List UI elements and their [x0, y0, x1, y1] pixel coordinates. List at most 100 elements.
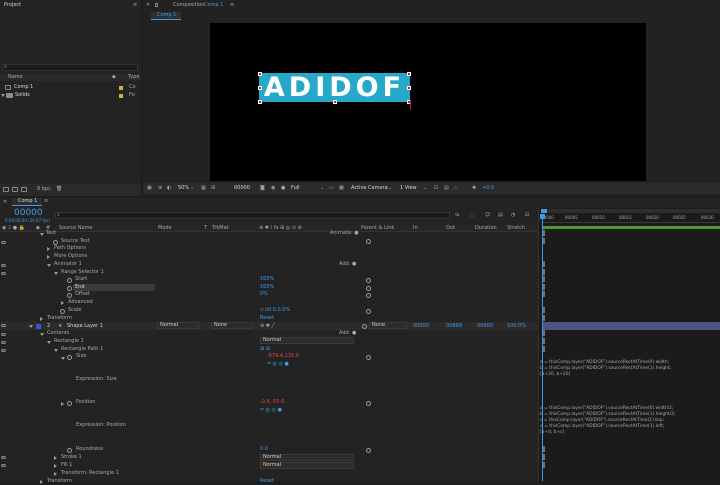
expand-icon[interactable] [47, 255, 50, 259]
expression-editor-size[interactable]: a = thisComp.layer("ADIDOF").sourceRectA… [540, 360, 720, 384]
column-switches[interactable]: ⊕ ✱ \ fx ⊞ ◎ ⊙ ⊛ [259, 225, 302, 232]
project-panel-title[interactable]: Project [4, 2, 21, 9]
camera-dropdown[interactable]: Active Camera [351, 185, 388, 192]
property-value[interactable]: 0.0 [260, 446, 268, 453]
pickwhip-icon[interactable] [366, 239, 371, 244]
property-value[interactable]: 0% [260, 291, 268, 298]
project-search-input[interactable] [2, 64, 138, 71]
keyframe-icon[interactable] [543, 454, 545, 460]
logo-box[interactable]: ADIDOF [259, 73, 410, 102]
zoom-dropdown[interactable]: 50% [178, 185, 189, 192]
label-column-icon[interactable]: ◆ [112, 74, 116, 81]
pickwhip-icon[interactable] [366, 293, 371, 298]
keyframe-icon[interactable] [543, 307, 545, 313]
pickwhip-icon[interactable] [366, 286, 371, 291]
keyframe-icon[interactable] [543, 230, 545, 236]
av-switches-icon[interactable]: ◉ ♪ ● 🔒 [2, 225, 25, 232]
expand-icon[interactable] [61, 357, 65, 360]
bounding-handle[interactable] [258, 100, 262, 104]
stopwatch-icon[interactable] [67, 355, 72, 360]
safe-zones-icon[interactable]: ▦ [201, 185, 206, 192]
3d-view-icon[interactable]: ⊕ [158, 185, 162, 192]
label-column-icon[interactable]: ◆ [36, 225, 40, 232]
shy-layers-icon[interactable]: ☺ [485, 212, 490, 219]
interpret-footage-icon[interactable] [3, 187, 9, 192]
bounding-handle[interactable] [407, 72, 411, 76]
column-name-header[interactable]: Name [8, 74, 23, 81]
stopwatch-icon[interactable] [67, 278, 72, 283]
property-value[interactable]: 100% [260, 284, 274, 291]
transparency-grid-icon[interactable]: ▩ [339, 185, 344, 192]
expression-controls[interactable]: = ⊵ ◎ ● [267, 361, 289, 368]
expand-icon[interactable] [54, 464, 57, 468]
draft-3d-icon[interactable]: ⬚ [470, 212, 475, 219]
reset-link[interactable]: Reset [260, 478, 274, 485]
lock-icon[interactable] [155, 3, 158, 7]
eye-icon[interactable] [1, 272, 6, 275]
stopwatch-icon[interactable] [67, 293, 72, 298]
add-menu[interactable]: Add: ● [339, 261, 356, 268]
column-parent[interactable]: Parent & Link [361, 225, 394, 232]
expand-icon[interactable] [40, 233, 44, 236]
expand-icon[interactable] [54, 456, 57, 460]
expand-icon[interactable] [61, 402, 64, 406]
keyframe-icon[interactable] [543, 261, 545, 267]
pickwhip-icon[interactable] [366, 401, 371, 406]
blend-mode-dropdown[interactable]: Normal [260, 337, 354, 344]
new-composition-icon[interactable] [21, 187, 27, 192]
stretch[interactable]: 100.0% [507, 323, 526, 330]
exposure-value[interactable]: +0.0 [482, 185, 494, 192]
comp-mini-flowchart-icon[interactable]: ⇆ [455, 212, 459, 219]
viewer-title[interactable]: Composition [173, 2, 204, 9]
keyframe-icon[interactable] [543, 462, 545, 468]
expand-icon[interactable] [1, 94, 5, 97]
chevron-down-icon[interactable]: ⌄ [388, 185, 392, 192]
timeline-search-input[interactable] [55, 212, 450, 219]
time-graph-area[interactable] [538, 208, 720, 481]
close-icon[interactable]: ✕ [3, 199, 7, 206]
close-icon[interactable]: ✕ [146, 2, 150, 9]
expand-icon[interactable] [61, 301, 64, 305]
blend-mode-dropdown[interactable]: Normal [260, 462, 354, 469]
column-t[interactable]: T [204, 225, 207, 232]
stopwatch-icon[interactable] [67, 448, 72, 453]
pickwhip-icon[interactable] [366, 309, 371, 314]
work-area-start[interactable] [541, 209, 547, 213]
column-source-name[interactable]: Source Name [59, 225, 93, 232]
motion-blur-icon[interactable]: ◔ [511, 212, 515, 219]
chevron-down-icon[interactable]: ⌄ [320, 185, 324, 192]
eye-icon[interactable] [1, 333, 6, 336]
property-value[interactable]: -674.4,135.0 [267, 353, 299, 360]
bit-depth-button[interactable]: 8 bpc [37, 186, 51, 193]
expand-icon[interactable] [54, 272, 58, 275]
pickwhip-icon[interactable] [366, 278, 371, 283]
expand-icon[interactable] [47, 247, 50, 251]
expression-editor-position[interactable]: a = thisComp.layer("ADIDOF").sourceRectA… [540, 406, 720, 440]
bounding-handle[interactable] [333, 100, 337, 104]
keyframe-icon[interactable] [543, 446, 545, 452]
expand-icon[interactable] [29, 325, 33, 328]
in-point[interactable]: 00000 [413, 323, 429, 330]
property-value[interactable]: 100% [260, 276, 274, 283]
out-point[interactable]: 00899 [446, 323, 462, 330]
eye-icon[interactable] [1, 324, 6, 327]
pickwhip-icon[interactable] [366, 448, 371, 453]
panel-menu-icon[interactable]: ≡ [230, 2, 234, 9]
stopwatch-icon[interactable] [67, 401, 72, 406]
camera-snapshot-icon[interactable]: ◙ [260, 185, 265, 192]
expand-icon[interactable] [40, 333, 44, 336]
column-type-header[interactable]: Type [128, 74, 139, 81]
timeline-icon[interactable]: ▤ [444, 185, 449, 192]
column-in[interactable]: In [413, 225, 418, 232]
layer-switches[interactable]: ⊕ ✱ ╱ [260, 323, 275, 330]
animate-menu[interactable]: Animate: ● [330, 230, 359, 237]
eye-icon[interactable] [1, 241, 6, 244]
current-time-field[interactable]: 00000 [234, 185, 250, 192]
property-value[interactable]: -0.6,-55.6 [260, 399, 284, 406]
expand-icon[interactable] [47, 264, 51, 267]
flowchart-icon[interactable]: ⛬ [454, 185, 458, 192]
viewer-title-comp[interactable]: Comp 1 [204, 2, 223, 9]
trash-icon[interactable]: 🗑 [56, 186, 62, 193]
reset-link[interactable]: Reset [260, 315, 274, 322]
eye-icon[interactable] [1, 264, 6, 267]
